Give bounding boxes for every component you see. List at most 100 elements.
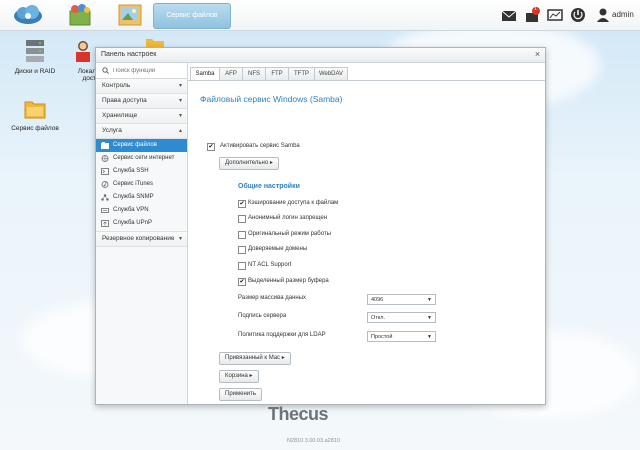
content-area: Samba AFP NFS FTP TFTP WebDAV Файловый с…	[188, 63, 545, 404]
option-label: Доверяемые домены	[248, 246, 308, 252]
enable-samba-checkbox[interactable]: ✔	[207, 143, 215, 151]
sidebar-section-label: Права доступа	[102, 97, 147, 104]
desktop-icon-label: Диски и RAID	[14, 68, 56, 75]
sidebar-section-label: Резервное копирование	[102, 235, 175, 242]
option-checkbox-trusted-domains[interactable]	[238, 246, 246, 254]
search-box	[96, 63, 187, 79]
select-label: Подпись сервера	[238, 313, 287, 319]
mac-bind-button-label: Привязанный к Mac	[225, 355, 281, 361]
network-icon	[101, 194, 109, 201]
select-label: Размер массива данных	[238, 295, 307, 301]
music-icon	[101, 181, 109, 188]
terminal-icon	[101, 168, 109, 175]
advanced-button[interactable]: Дополнительно ▸	[219, 157, 279, 170]
sidebar-item-web-service[interactable]: Сервис сети интернет	[96, 152, 187, 165]
tab-file-service[interactable]: Сервис файлов	[153, 3, 231, 29]
chevron-down-icon: ▾	[178, 113, 182, 119]
sidebar-section-backup[interactable]: Резервное копирование ▾	[96, 231, 187, 247]
sidebar-item-label: Сервис iTunes	[113, 181, 153, 187]
tab-nfs[interactable]: NFS	[242, 67, 266, 80]
desktop-icon-disks[interactable]: Диски и RAID	[0, 38, 70, 75]
select-value: 4096	[371, 297, 384, 303]
tab-samba[interactable]: Samba	[190, 67, 220, 81]
cloud-app-icon[interactable]	[10, 2, 46, 28]
desktop-icon-file-service[interactable]: Сервис файлов	[0, 97, 70, 132]
recycle-bin-button-label: Корзина	[225, 373, 248, 379]
sidebar-item-vpn[interactable]: Служба VPN	[96, 204, 187, 217]
sidebar-section-label: Хранилище	[102, 112, 138, 119]
user-icon[interactable]	[594, 6, 612, 24]
enable-samba-label: Активировать сервис Samba	[220, 143, 300, 149]
window-title-bar[interactable]: Панель настроек ×	[96, 48, 545, 63]
sidebar-item-snmp[interactable]: Служба SNMP	[96, 191, 187, 204]
app-center-icon[interactable]	[62, 2, 98, 28]
option-checkbox-file-caching[interactable]: ✔	[238, 200, 246, 208]
sidebar-section-label: Услуга	[102, 127, 122, 134]
sidebar-item-label: Служба VPN	[113, 207, 149, 213]
search-input[interactable]	[113, 66, 183, 75]
close-icon[interactable]: ×	[533, 50, 542, 59]
chevron-down-icon: ▼	[427, 315, 432, 321]
apply-button[interactable]: Применить	[219, 388, 263, 401]
ldap-policy-select[interactable]: Простой ▼	[367, 331, 436, 342]
sidebar-item-file-service[interactable]: Сервис файлов	[96, 139, 187, 152]
tab-tftp[interactable]: TFTP	[288, 67, 315, 80]
vpn-icon	[101, 208, 109, 213]
option-checkbox-native-mode[interactable]	[238, 231, 246, 239]
file-service-icon	[101, 142, 109, 149]
option-label: Оригинальный режим работы	[248, 231, 331, 237]
monitor-icon[interactable]	[546, 6, 564, 24]
sidebar-section-storage[interactable]: Хранилище ▾	[96, 109, 187, 124]
chevron-right-icon: ▸	[269, 160, 273, 166]
chevron-down-icon: ▾	[178, 236, 182, 242]
sidebar-section-access[interactable]: Права доступа ▾	[96, 94, 187, 109]
desktop-icon-label: Сервис файлов	[11, 125, 59, 132]
model-version: N2810 3.00.03.a2810	[287, 438, 340, 444]
server-signing-select[interactable]: Откл. ▼	[367, 312, 436, 323]
tab-webdav[interactable]: WebDAV	[314, 67, 348, 80]
tab-ftp[interactable]: FTP	[265, 67, 289, 80]
sidebar-item-label: Служба SNMP	[113, 194, 154, 200]
disks-icon	[26, 40, 44, 62]
folder-icon	[24, 101, 46, 119]
notification-icon[interactable]	[523, 6, 541, 24]
sidebar-section-control[interactable]: Контроль ▾	[96, 79, 187, 94]
search-icon	[102, 67, 109, 74]
tab-afp[interactable]: AFP	[219, 67, 243, 80]
option-checkbox-buffer-size[interactable]: ✔	[238, 278, 246, 286]
sidebar-item-label: Сервис сети интернет	[113, 155, 175, 161]
chevron-down-icon: ▼	[427, 297, 432, 303]
select-value: Простой	[371, 334, 393, 340]
chevron-up-icon: ▴	[178, 128, 182, 134]
envelope-icon[interactable]	[500, 6, 518, 24]
data-array-size-select[interactable]: 4096 ▼	[367, 294, 436, 305]
photo-app-icon[interactable]	[112, 2, 148, 28]
chevron-right-icon: ▸	[281, 355, 285, 361]
page-title: Файловый сервис Windows (Samba)	[200, 94, 343, 104]
settings-sidebar: Контроль ▾ Права доступа ▾ Хранилище ▾ Услу…	[96, 63, 188, 404]
option-label: Кэширование доступа к файлам	[248, 200, 339, 206]
user-name[interactable]: admin	[612, 10, 634, 19]
sidebar-item-itunes[interactable]: Сервис iTunes	[96, 178, 187, 191]
chevron-down-icon: ▾	[178, 83, 182, 89]
option-checkbox-anonymous-login[interactable]	[238, 215, 246, 223]
users-icon	[76, 41, 90, 62]
sidebar-item-upnp[interactable]: Служба UPnP	[96, 217, 187, 230]
general-settings-heading: Общие настройки	[238, 183, 300, 190]
sidebar-item-ssh[interactable]: Служба SSH	[96, 165, 187, 178]
mac-bind-button[interactable]: Привязанный к Mac ▸	[219, 352, 291, 365]
option-label: Анонимный логин запрещен	[248, 215, 328, 221]
chevron-down-icon: ▾	[178, 98, 182, 104]
sidebar-section-service[interactable]: Услуга ▴	[96, 124, 187, 139]
option-label: NT ACL Support	[248, 262, 292, 268]
globe-icon	[101, 155, 109, 162]
notification-badge: 1	[534, 6, 537, 12]
window-title: Панель настроек	[101, 51, 157, 58]
option-checkbox-nt-acl[interactable]	[238, 262, 246, 270]
power-icon[interactable]	[569, 6, 587, 24]
sidebar-item-label: Сервис файлов	[113, 142, 157, 148]
chevron-down-icon: ▼	[427, 334, 432, 340]
sidebar-item-label: Служба SSH	[113, 168, 149, 174]
recycle-bin-button[interactable]: Корзина ▸	[219, 370, 259, 383]
chevron-right-icon: ▸	[249, 373, 253, 379]
